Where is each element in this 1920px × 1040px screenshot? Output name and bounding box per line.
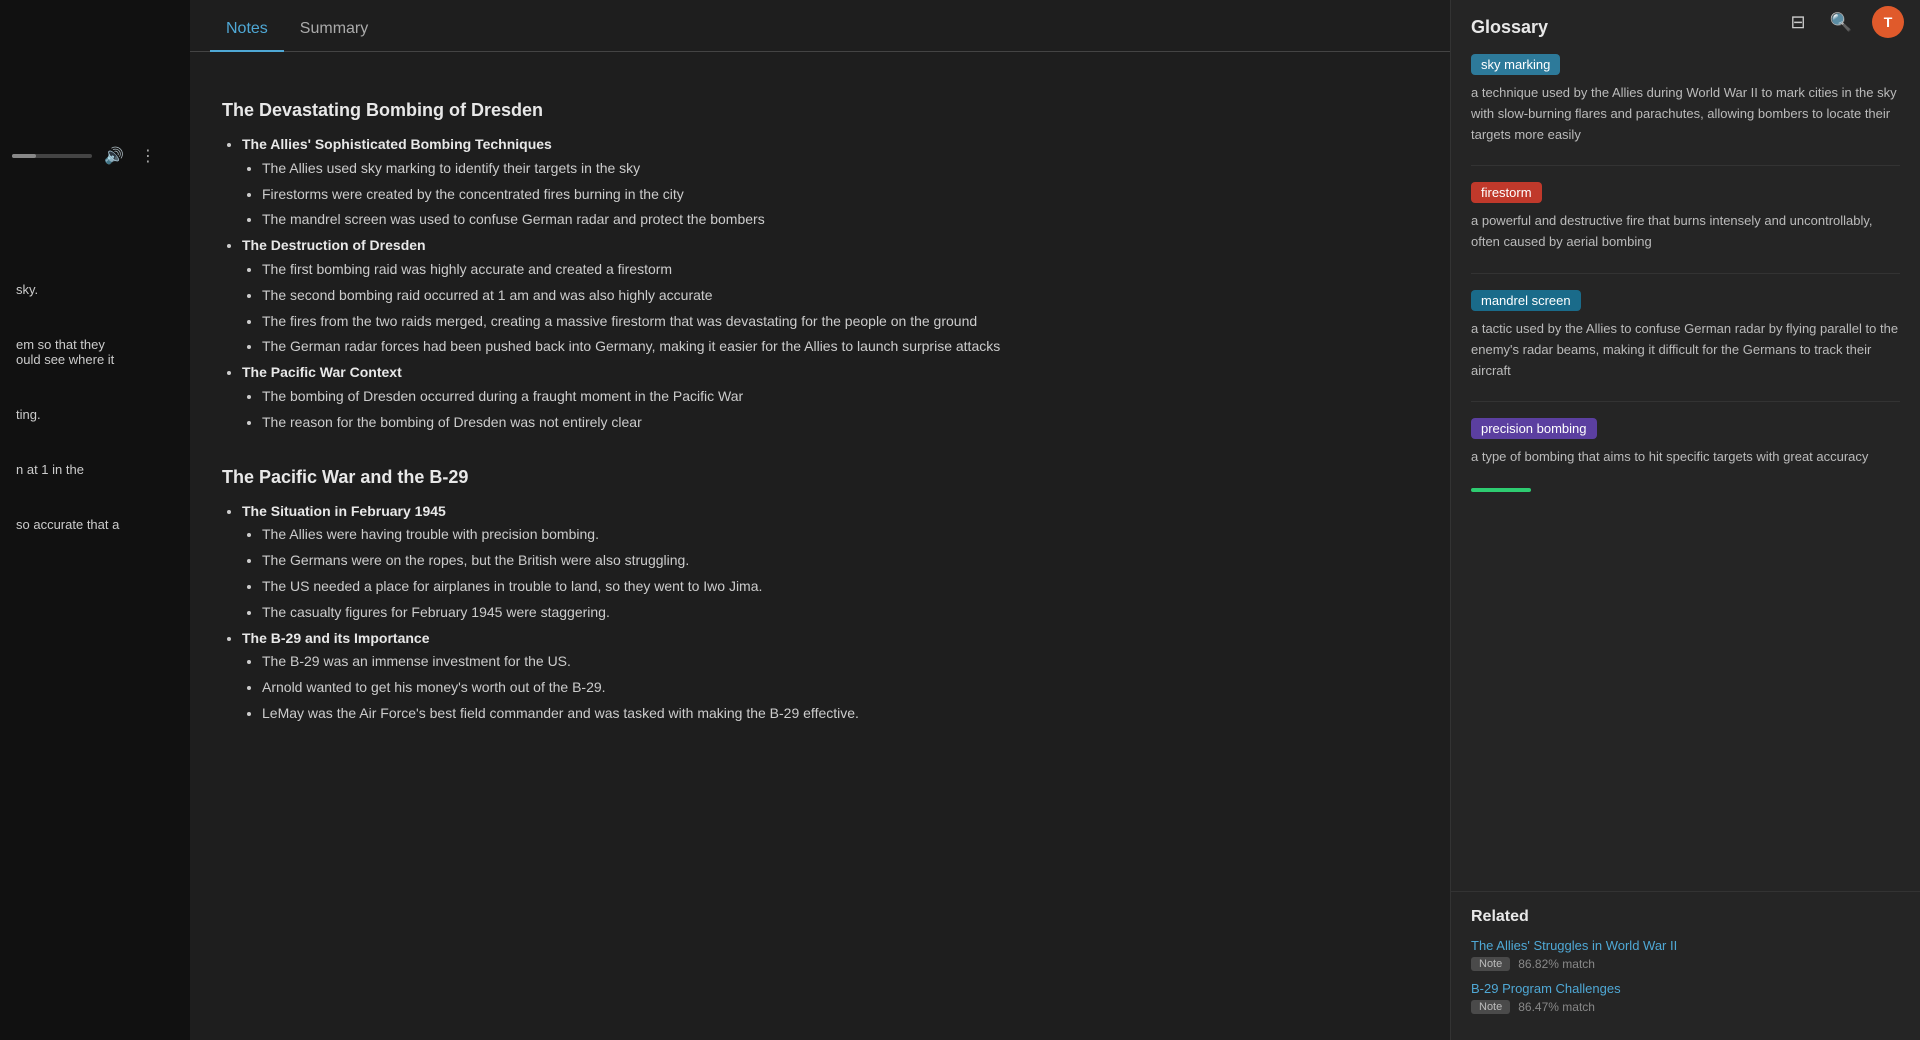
match-text-2: 86.47% match	[1518, 1000, 1595, 1014]
list-item: Firestorms were created by the concentra…	[262, 183, 1418, 207]
notes-body[interactable]: The Devastating Bombing of Dresden The A…	[190, 52, 1450, 1040]
section-title-1: The Devastating Bombing of Dresden	[222, 100, 1418, 121]
subsection-1-2-bullets: The first bombing raid was highly accura…	[242, 258, 1418, 359]
list-item: The first bombing raid was highly accura…	[262, 258, 1418, 282]
list-item: The mandrel screen was used to confuse G…	[262, 208, 1418, 232]
list-item: The bombing of Dresden occurred during a…	[262, 385, 1418, 409]
term-badge-precision-bombing[interactable]: precision bombing	[1471, 418, 1597, 439]
left-sidebar: 🔊 ⋮ sky. em so that theyould see where i…	[0, 0, 190, 1040]
glossary-term-mandrel-screen: mandrel screen a tactic used by the Alli…	[1471, 290, 1900, 381]
transcript-snippet-3: ting.	[16, 407, 174, 422]
list-item: LeMay was the Air Force's best field com…	[262, 702, 1418, 726]
glossary-title: Glossary	[1471, 17, 1548, 38]
list-item: The German radar forces had been pushed …	[262, 335, 1418, 359]
subsection-1-3: The Pacific War Context The bombing of D…	[222, 361, 1418, 434]
related-item-meta-2: Note 86.47% match	[1471, 1000, 1900, 1014]
volume-button[interactable]: 🔊	[100, 142, 128, 170]
more-options-button[interactable]: ⋮	[136, 142, 160, 170]
note-badge-1: Note	[1471, 957, 1510, 971]
transcript-snippet-5: so accurate that a	[16, 517, 174, 532]
list-item: The reason for the bombing of Dresden wa…	[262, 411, 1418, 435]
related-item-title-2[interactable]: B-29 Program Challenges	[1471, 981, 1900, 996]
term-definition-precision-bombing: a type of bombing that aims to hit speci…	[1471, 447, 1900, 468]
subsection-1-3-bullets: The bombing of Dresden occurred during a…	[242, 385, 1418, 435]
subsection-title-1-2: The Destruction of Dresden	[242, 237, 426, 253]
glossary-term-precision-bombing: precision bombing a type of bombing that…	[1471, 418, 1900, 468]
subsection-title-2-1: The Situation in February 1945	[242, 503, 446, 519]
match-text-1: 86.82% match	[1518, 957, 1595, 971]
tabs-header: Notes Summary	[190, 0, 1450, 52]
divider-3	[1471, 401, 1900, 402]
search-icon: 🔍	[1830, 12, 1852, 32]
subsection-2-2: The B-29 and its Importance The B-29 was…	[222, 627, 1418, 726]
subsection-title-1-1: The Allies' Sophisticated Bombing Techni…	[242, 136, 552, 152]
related-item-2: B-29 Program Challenges Note 86.47% matc…	[1471, 981, 1900, 1014]
subsection-2-2-bullets: The B-29 was an immense investment for t…	[242, 650, 1418, 725]
progress-bar[interactable]	[12, 154, 92, 158]
avatar[interactable]: T	[1872, 6, 1904, 38]
list-item: The second bombing raid occurred at 1 am…	[262, 284, 1418, 308]
tab-summary[interactable]: Summary	[284, 0, 384, 52]
term-badge-sky-marking[interactable]: sky marking	[1471, 54, 1560, 75]
transcript-snippets: sky. em so that theyould see where it ti…	[8, 274, 182, 540]
list-item: The Germans were on the ropes, but the B…	[262, 549, 1418, 573]
glossary-term-firestorm: firestorm a powerful and destructive fir…	[1471, 182, 1900, 253]
right-panel: Glossary + sky marking a technique used …	[1450, 0, 1920, 1040]
subsection-1-1-bullets: The Allies used sky marking to identify …	[242, 157, 1418, 232]
term-definition-firestorm: a powerful and destructive fire that bur…	[1471, 211, 1900, 253]
list-item: The Allies were having trouble with prec…	[262, 523, 1418, 547]
list-item: Arnold wanted to get his money's worth o…	[262, 676, 1418, 700]
transcript-snippet-2: em so that theyould see where it	[16, 337, 174, 367]
related-item-title-1[interactable]: The Allies' Struggles in World War II	[1471, 938, 1900, 953]
glossary-term-sky-marking: sky marking a technique used by the Alli…	[1471, 54, 1900, 145]
video-controls: 🔊 ⋮	[8, 138, 182, 174]
related-item-meta-1: Note 86.82% match	[1471, 957, 1900, 971]
divider-1	[1471, 165, 1900, 166]
transcript-snippet-4: n at 1 in the	[16, 462, 174, 477]
term-badge-firestorm[interactable]: firestorm	[1471, 182, 1542, 203]
subsection-2-1-bullets: The Allies were having trouble with prec…	[242, 523, 1418, 624]
subsection-title-2-2: The B-29 and its Importance	[242, 630, 429, 646]
volume-icon: 🔊	[104, 148, 124, 165]
tab-notes[interactable]: Notes	[210, 0, 284, 52]
search-button[interactable]: 🔍	[1826, 8, 1856, 37]
related-section: Related The Allies' Struggles in World W…	[1451, 891, 1920, 1040]
progress-fill	[12, 154, 36, 158]
subsection-2-1: The Situation in February 1945 The Allie…	[222, 500, 1418, 625]
main-content: Notes Summary The Devastating Bombing of…	[190, 0, 1450, 1040]
note-badge-2: Note	[1471, 1000, 1510, 1014]
global-topbar: ⊟ 🔍 T	[1770, 0, 1920, 44]
progress-indicator	[1471, 488, 1531, 492]
list-item: The B-29 was an immense investment for t…	[262, 650, 1418, 674]
section-title-2: The Pacific War and the B-29	[222, 467, 1418, 488]
divider-2	[1471, 273, 1900, 274]
list-item: The casualty figures for February 1945 w…	[262, 601, 1418, 625]
term-definition-sky-marking: a technique used by the Allies during Wo…	[1471, 83, 1900, 145]
more-icon: ⋮	[140, 148, 156, 165]
subsection-1-1: The Allies' Sophisticated Bombing Techni…	[222, 133, 1418, 232]
related-item-1: The Allies' Struggles in World War II No…	[1471, 938, 1900, 971]
filter-icon: ⊟	[1790, 12, 1805, 32]
term-definition-mandrel-screen: a tactic used by the Allies to confuse G…	[1471, 319, 1900, 381]
filter-button[interactable]: ⊟	[1786, 8, 1809, 37]
list-item: The US needed a place for airplanes in t…	[262, 575, 1418, 599]
list-item: The Allies used sky marking to identify …	[262, 157, 1418, 181]
subsection-1-2: The Destruction of Dresden The first bom…	[222, 234, 1418, 359]
term-badge-mandrel-screen[interactable]: mandrel screen	[1471, 290, 1581, 311]
subsection-title-1-3: The Pacific War Context	[242, 364, 402, 380]
glossary-section[interactable]: Glossary + sky marking a technique used …	[1451, 0, 1920, 891]
related-title: Related	[1471, 908, 1900, 926]
list-item: The fires from the two raids merged, cre…	[262, 310, 1418, 334]
transcript-snippet-1: sky.	[16, 282, 174, 297]
